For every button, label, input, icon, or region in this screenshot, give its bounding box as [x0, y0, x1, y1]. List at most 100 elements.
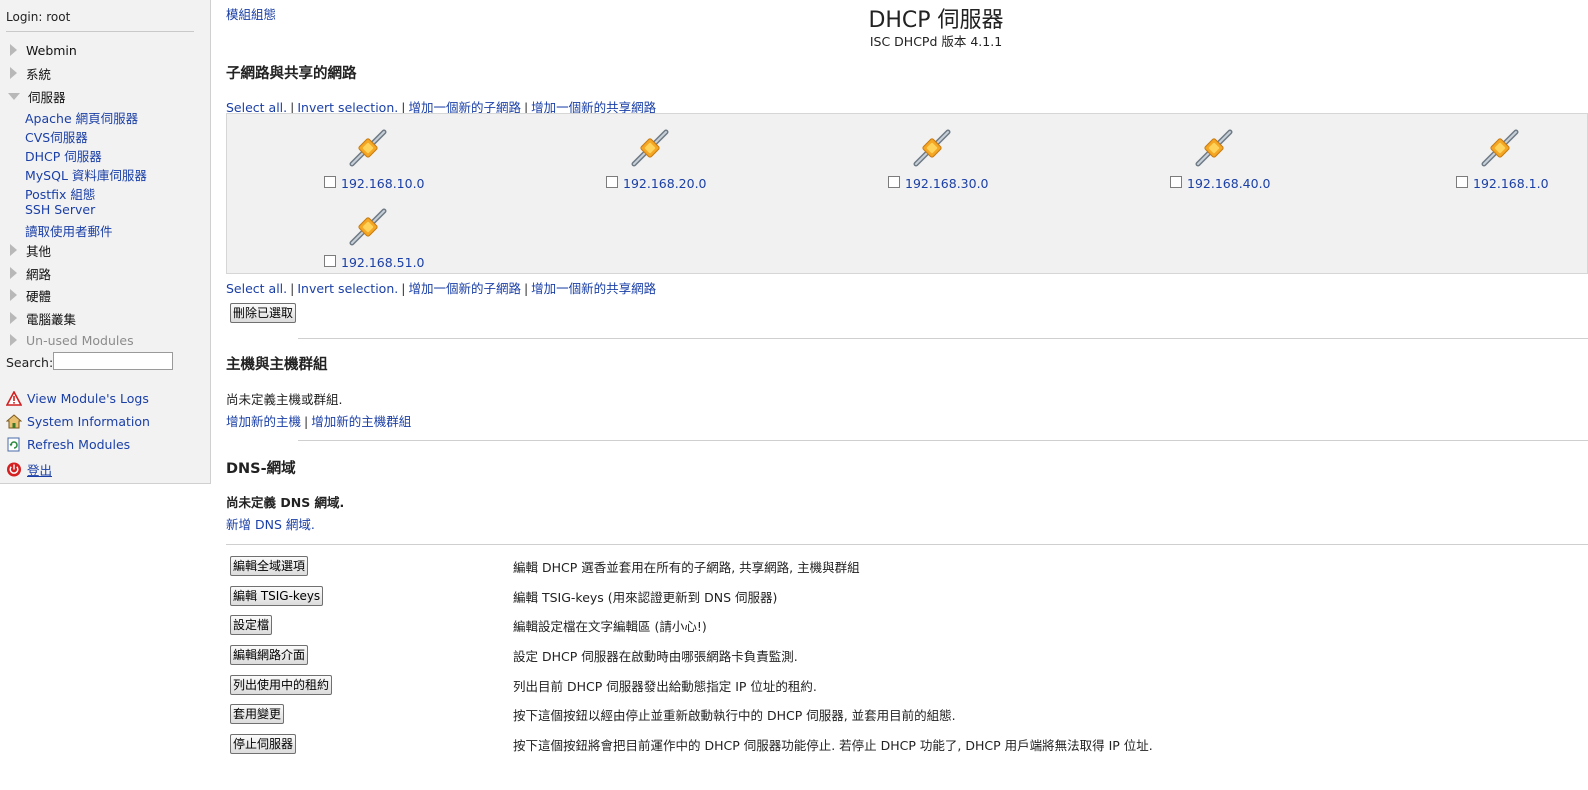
- add-host-group-link[interactable]: 增加新的主機群組: [311, 414, 411, 429]
- module-config-link[interactable]: 模組組態: [226, 4, 276, 23]
- subnet-item[interactable]: 192.168.51.0: [324, 207, 474, 277]
- action-button[interactable]: 列出使用中的租約: [230, 675, 333, 695]
- house-icon: [6, 414, 22, 429]
- subnet-checkbox[interactable]: [1456, 176, 1468, 188]
- expand-arrow-icon: [10, 267, 17, 279]
- category-system[interactable]: 系統: [10, 63, 51, 83]
- network-cable-icon: [349, 129, 387, 167]
- category-network[interactable]: 網路: [10, 263, 51, 283]
- section-divider: [298, 440, 1588, 441]
- left-frame: Login: root Webmin 系統 伺服器 Apache 網頁伺服器 C…: [0, 0, 211, 484]
- add-subnet-link[interactable]: 增加一個新的子網路: [408, 281, 521, 296]
- select-all-link[interactable]: Select all.: [226, 281, 287, 296]
- action-button[interactable]: 套用變更: [230, 704, 285, 724]
- collapse-arrow-icon: [8, 92, 20, 100]
- refresh-modules-label: Refresh Modules: [27, 437, 131, 452]
- expand-arrow-icon: [10, 44, 17, 56]
- category-label: 電腦叢集: [26, 311, 77, 327]
- system-information-link[interactable]: System Information: [6, 414, 150, 429]
- refresh-modules-link[interactable]: Refresh Modules: [6, 437, 130, 452]
- subnet-item[interactable]: 192.168.10.0: [324, 128, 474, 198]
- action-button[interactable]: 編輯網路介面: [230, 645, 309, 665]
- main-frame: 模組組態 DHCP 伺服器 ISC DHCPd 版本 4.1.1 子網路與共享的…: [226, 0, 1588, 790]
- category-label: Webmin: [26, 42, 77, 58]
- subnet-link[interactable]: 192.168.40.0: [1187, 176, 1271, 191]
- logout-link[interactable]: 登出: [6, 460, 52, 479]
- category-unused[interactable]: Un-used Modules: [10, 330, 134, 350]
- category-label: 其他: [26, 243, 52, 259]
- subnet-item[interactable]: 192.168.1.0: [1456, 128, 1588, 198]
- login-label: Login: root: [6, 10, 71, 24]
- add-shared-network-link[interactable]: 增加一個新的共享網路: [531, 281, 656, 296]
- page-title: DHCP 伺服器: [868, 8, 1004, 33]
- category-label: 網路: [26, 266, 52, 282]
- subnet-item[interactable]: 192.168.20.0: [606, 128, 756, 198]
- action-description: 按下這個按鈕將會把目前運作中的 DHCP 伺服器功能停止. 若停止 DHCP 功…: [513, 738, 1153, 753]
- network-cable-icon: [1195, 129, 1233, 167]
- module-link-postfix[interactable]: Postfix 組態: [25, 184, 95, 203]
- expand-arrow-icon: [10, 289, 17, 301]
- search-label: Search:: [6, 355, 54, 370]
- search-input[interactable]: [53, 352, 173, 370]
- view-logs-link[interactable]: View Module's Logs: [6, 391, 149, 406]
- expand-arrow-icon: [10, 67, 17, 79]
- page-subtitle: ISC DHCPd 版本 4.1.1: [869, 34, 1003, 49]
- section-divider: [298, 338, 1588, 339]
- invert-selection-link[interactable]: Invert selection.: [297, 281, 398, 296]
- expand-arrow-icon: [10, 244, 17, 256]
- subnet-link[interactable]: 192.168.10.0: [341, 176, 425, 191]
- network-cable-icon: [631, 129, 669, 167]
- module-link-apache[interactable]: Apache 網頁伺服器: [25, 108, 138, 127]
- action-button[interactable]: 編輯 TSIG-keys: [230, 586, 324, 606]
- expand-arrow-icon: [10, 312, 17, 324]
- subnet-item[interactable]: 192.168.30.0: [888, 128, 1038, 198]
- category-cluster[interactable]: 電腦叢集: [10, 308, 76, 328]
- subnet-checkbox[interactable]: [324, 176, 336, 188]
- module-link-dhcp[interactable]: DHCP 伺服器: [25, 146, 102, 165]
- expand-arrow-icon: [10, 334, 17, 346]
- action-description: 設定 DHCP 伺服器在啟動時由哪張網路卡負責監測.: [513, 649, 798, 664]
- action-button[interactable]: 停止伺服器: [230, 734, 297, 754]
- category-others[interactable]: 其他: [10, 240, 51, 260]
- subnet-item[interactable]: 192.168.40.0: [1170, 128, 1320, 198]
- subnet-checkbox[interactable]: [324, 255, 336, 267]
- action-description: 列出目前 DHCP 伺服器發出給動態指定 IP 位址的租約.: [513, 679, 817, 694]
- subnet-link[interactable]: 192.168.1.0: [1473, 176, 1549, 191]
- subnets-section-title: 子網路與共享的網路: [226, 66, 357, 82]
- section-divider: [226, 544, 1588, 545]
- subnet-link[interactable]: 192.168.20.0: [623, 176, 707, 191]
- subnet-checkbox[interactable]: [888, 176, 900, 188]
- dns-section-title: DNS-網域: [226, 461, 296, 477]
- logout-label: 登出: [27, 463, 53, 478]
- network-cable-icon: [913, 129, 951, 167]
- warning-icon: [6, 391, 22, 406]
- hosts-empty-message: 尚未定義主機或群組.: [226, 392, 343, 407]
- category-label: Un-used Modules: [26, 332, 134, 348]
- subnet-checkbox[interactable]: [1170, 176, 1182, 188]
- module-link-mysql[interactable]: MySQL 資料庫伺服器: [25, 165, 147, 184]
- view-logs-label: View Module's Logs: [27, 391, 149, 406]
- category-servers[interactable]: 伺服器: [8, 86, 66, 106]
- action-description: 按下這個按鈕以經由停止並重新啟動執行中的 DHCP 伺服器, 並套用目前的組態.: [513, 708, 956, 723]
- module-link-ssh[interactable]: SSH Server: [25, 202, 95, 217]
- refresh-icon: [7, 437, 20, 452]
- subnet-links-bottom: Select all. | Invert selection. | 增加一個新的子網路 |…: [226, 281, 657, 296]
- add-dns-zone-link[interactable]: 新增 DNS 網域.: [226, 514, 315, 533]
- dns-empty-message: 尚未定義 DNS 網域.: [226, 495, 345, 510]
- category-webmin[interactable]: Webmin: [10, 40, 77, 60]
- module-link-usermail[interactable]: 讀取使用者郵件: [25, 221, 113, 240]
- action-description: 編輯 DHCP 選香並套用在所有的子網路, 共享網路, 主機與群組: [513, 560, 860, 575]
- network-cable-icon: [349, 208, 387, 246]
- module-link-cvs[interactable]: CVS伺服器: [25, 127, 88, 146]
- category-hardware[interactable]: 硬體: [10, 285, 51, 305]
- category-label: 系統: [26, 66, 52, 82]
- subnet-link[interactable]: 192.168.30.0: [905, 176, 989, 191]
- action-button[interactable]: 編輯全域選項: [230, 556, 309, 576]
- action-button[interactable]: 設定檔: [230, 615, 273, 635]
- add-host-link[interactable]: 增加新的主機: [226, 414, 301, 429]
- action-description: 編輯設定檔在文字編輯區 (請小心!): [513, 619, 707, 634]
- delete-selected-button[interactable]: 刪除已選取: [230, 303, 297, 323]
- subnet-checkbox[interactable]: [606, 176, 618, 188]
- category-label: 硬體: [26, 288, 52, 304]
- subnet-link[interactable]: 192.168.51.0: [341, 255, 425, 270]
